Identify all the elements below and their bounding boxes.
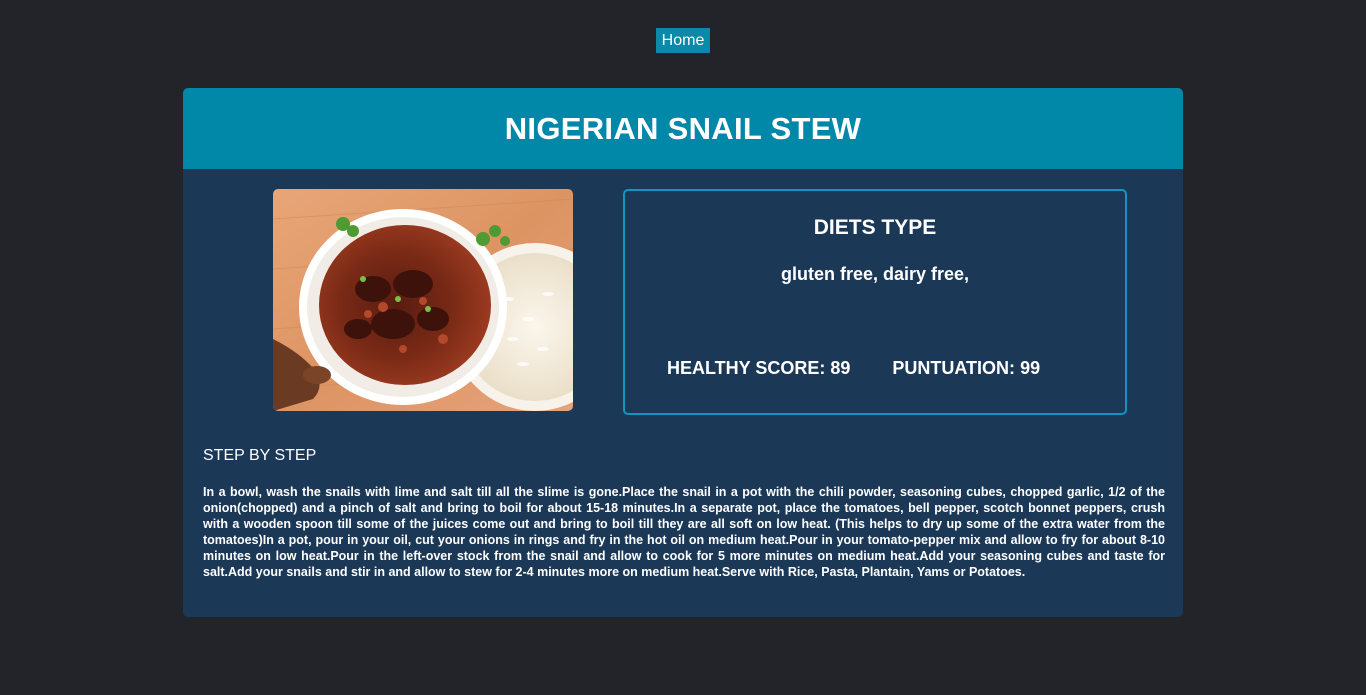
recipe-title: NIGERIAN SNAIL STEW (504, 110, 862, 146)
diets-list: gluten free, dairy free, (780, 264, 970, 284)
puntuation-label: PUNTUATION: (892, 358, 1016, 378)
recipe-card: NIGERIAN SNAIL STEW DIETS TYPE gluten fr… (183, 88, 1183, 617)
healthy-score-label: HEALTHY SCORE: (667, 358, 826, 378)
scores-row: HEALTHY SCORE: 89 PUNTUATION: 99 (667, 358, 1040, 379)
diet-info-box: DIETS TYPE gluten free, dairy free, HEAL… (623, 189, 1127, 415)
diets-heading: DIETS TYPE (813, 216, 937, 239)
recipe-header: NIGERIAN SNAIL STEW (183, 88, 1183, 169)
steps-text: In a bowl, wash the snails with lime and… (203, 485, 1165, 579)
home-button[interactable]: Home (655, 28, 711, 53)
top-nav: Home (0, 28, 1366, 53)
recipe-image (273, 189, 573, 411)
healthy-score-value: 89 (830, 358, 851, 378)
puntuation-value: 99 (1020, 358, 1041, 378)
steps-heading: STEP BY STEP (203, 447, 317, 464)
